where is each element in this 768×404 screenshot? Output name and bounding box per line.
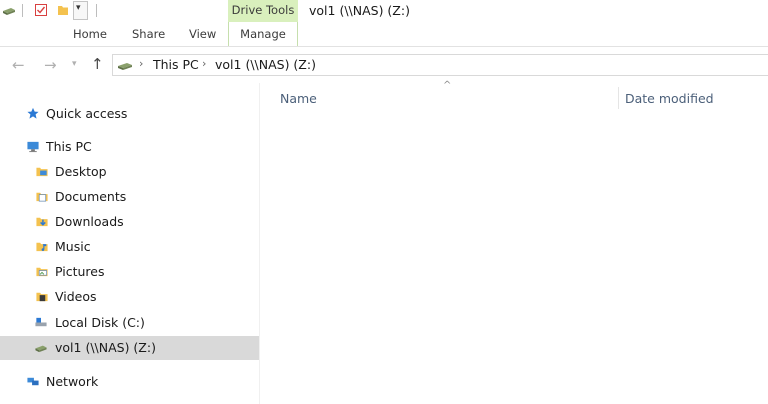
breadcrumb-vol1[interactable]: vol1 (\\NAS) (Z:) xyxy=(215,57,316,72)
nav-item-label: vol1 (\\NAS) (Z:) xyxy=(55,340,156,355)
nav-item-videos[interactable]: Videos xyxy=(0,285,259,309)
chevron-right-icon[interactable]: › xyxy=(139,57,143,70)
documents-folder-icon xyxy=(36,192,48,202)
local-disk-icon xyxy=(35,317,47,327)
nav-item-label: Pictures xyxy=(55,264,105,279)
tab-share[interactable]: Share xyxy=(132,27,165,41)
properties-icon[interactable] xyxy=(34,3,48,17)
nav-item-label: Documents xyxy=(55,189,127,204)
up-button[interactable]: ↑ xyxy=(91,55,104,73)
star-icon xyxy=(27,107,39,119)
drive-tools-context-tab: Drive Tools xyxy=(228,0,298,22)
nav-item-label: This PC xyxy=(46,139,92,154)
column-header-date-modified[interactable]: Date modified xyxy=(625,91,714,106)
address-bar[interactable]: › This PC › vol1 (\\NAS) (Z:) xyxy=(112,54,768,76)
window-title: vol1 (\\NAS) (Z:) xyxy=(309,3,410,18)
nav-item-quick-access[interactable]: Quick access xyxy=(0,102,259,126)
context-tab-label: Drive Tools xyxy=(231,3,295,17)
network-drive-icon xyxy=(3,8,15,15)
tab-view[interactable]: View xyxy=(189,27,216,41)
separator xyxy=(22,4,23,17)
ribbon-tabs: Home Share View Manage xyxy=(0,22,768,47)
chevron-right-icon[interactable]: › xyxy=(202,57,206,70)
address-row: ← → ▾ ↑ › This PC › vol1 (\\NAS) (Z:) xyxy=(0,47,768,83)
tab-manage[interactable]: Manage xyxy=(228,22,298,46)
nav-item-music[interactable]: Music xyxy=(0,235,259,259)
title-bar: ▾ Drive Tools vol1 (\\NAS) (Z:) xyxy=(0,0,768,22)
nav-item-this-pc[interactable]: This PC xyxy=(0,135,259,159)
customize-toolbar-button[interactable]: ▾ xyxy=(73,1,88,20)
videos-folder-icon xyxy=(36,292,48,302)
nav-item-local-disk[interactable]: Local Disk (C:) xyxy=(0,311,259,335)
nav-item-network[interactable]: Network xyxy=(0,370,259,394)
nav-item-label: Network xyxy=(46,374,99,389)
network-icon xyxy=(27,377,39,386)
file-list[interactable]: ^ Name Date modified xyxy=(260,80,768,404)
sort-ascending-icon: ^ xyxy=(443,80,452,91)
nav-item-documents[interactable]: Documents xyxy=(0,185,259,209)
separator xyxy=(96,4,97,17)
desktop-folder-icon xyxy=(36,167,48,177)
new-folder-icon[interactable] xyxy=(56,3,70,17)
recent-locations-button[interactable]: ▾ xyxy=(72,59,77,69)
tab-manage-label: Manage xyxy=(240,27,286,41)
nav-item-label: Music xyxy=(55,239,91,254)
breadcrumb-this-pc[interactable]: This PC xyxy=(153,57,199,72)
nav-item-vol1-nas[interactable]: vol1 (\\NAS) (Z:) xyxy=(0,336,259,360)
nav-item-pictures[interactable]: Pictures xyxy=(0,260,259,284)
pictures-folder-icon xyxy=(36,267,48,277)
column-header-name[interactable]: Name xyxy=(280,91,317,106)
back-button[interactable]: ← xyxy=(12,56,25,74)
chevron-down-icon: ▾ xyxy=(76,3,81,13)
column-separator[interactable] xyxy=(618,87,619,109)
nav-item-label: Quick access xyxy=(46,106,128,121)
tab-home[interactable]: Home xyxy=(73,27,107,41)
nav-item-desktop[interactable]: Desktop xyxy=(0,160,259,184)
nav-item-label: Videos xyxy=(55,289,97,304)
nav-item-downloads[interactable]: Downloads xyxy=(0,210,259,234)
nav-item-label: Downloads xyxy=(55,214,124,229)
computer-icon xyxy=(27,141,39,153)
music-folder-icon xyxy=(36,242,48,252)
network-drive-icon xyxy=(118,63,132,70)
navigation-pane: Quick access This PC Desktop Documents D… xyxy=(0,83,260,404)
forward-button[interactable]: → xyxy=(44,56,57,74)
nav-item-label: Desktop xyxy=(55,164,107,179)
downloads-folder-icon xyxy=(36,217,48,227)
network-drive-icon xyxy=(35,345,47,353)
nav-item-label: Local Disk (C:) xyxy=(55,315,145,330)
